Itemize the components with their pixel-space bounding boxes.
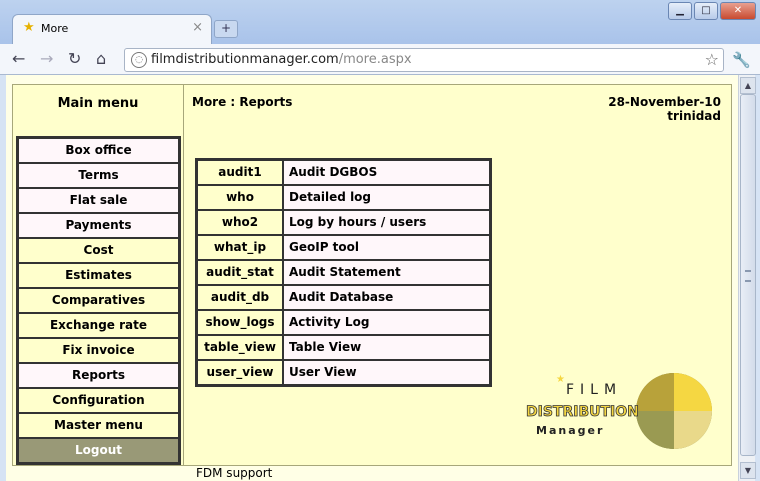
scroll-down-icon[interactable]: ▼ [740,462,756,479]
reports-table: audit1 Audit DGBOS who Detailed log who2 Log … [195,158,492,387]
report-description[interactable]: Audit Database [283,285,490,310]
date-user-block: 28-November-10 trinidad [608,95,721,123]
vertical-scrollbar[interactable]: ▲ ▼ [738,75,756,481]
maximize-icon[interactable]: □ [694,2,718,20]
sidebar-item-comparatives[interactable]: Comparatives [18,288,179,313]
sidebar-item-configuration[interactable]: Configuration [18,388,179,413]
address-bar[interactable]: ◌ filmdistributionmanager.com/more.aspx … [124,48,724,72]
current-date: 28-November-10 [608,95,721,109]
logo-quadrant-light [674,411,712,449]
menu-title: Main menu [57,96,139,111]
table-row: what_ip GeoIP tool [197,235,490,260]
minimize-icon[interactable]: ▁ [668,2,692,20]
home-icon[interactable]: ⌂ [96,49,106,68]
report-code-table-view[interactable]: table_view [197,335,283,360]
sidebar-item-payments[interactable]: Payments [18,213,179,238]
table-row: table_view Table View [197,335,490,360]
title-bar: ★ More × + ▁ □ ✕ [0,0,760,45]
sidebar: Main menu Box office Terms Flat sale Paymen… [13,85,184,465]
page-viewport: Main menu Box office Terms Flat sale Paymen… [6,75,738,481]
scroll-up-icon[interactable]: ▲ [740,77,756,94]
report-code-who2[interactable]: who2 [197,210,283,235]
report-code-who[interactable]: who [197,185,283,210]
logo-star-icon: ★ [556,374,565,385]
table-row: who Detailed log [197,185,490,210]
report-description[interactable]: Audit DGBOS [283,160,490,185]
sidebar-item-terms[interactable]: Terms [18,163,179,188]
star-favicon-icon: ★ [23,20,35,35]
scrollbar-thumb[interactable] [740,94,756,456]
grip-icon [745,270,751,282]
sidebar-item-box-office[interactable]: Box office [18,138,179,163]
table-row: who2 Log by hours / users [197,210,490,235]
page-title: More : Reports [192,95,293,109]
report-code-what-ip[interactable]: what_ip [197,235,283,260]
sidebar-item-exchange-rate[interactable]: Exchange rate [18,313,179,338]
logo-quadrant-gold [674,373,712,411]
content-area: More : Reports 28-November-10 trinidad a… [184,85,731,465]
reload-icon[interactable]: ↻ [68,49,81,68]
report-code-user-view[interactable]: user_view [197,360,283,385]
globe-icon: ◌ [131,52,147,68]
tab-title: More [41,22,69,35]
report-code-audit1[interactable]: audit1 [197,160,283,185]
forward-arrow-icon[interactable]: → [40,49,53,68]
bookmark-star-icon[interactable]: ☆ [705,50,719,69]
browser-toolbar: ← → ↻ ⌂ ◌ filmdistributionmanager.com/mo… [0,44,760,75]
sidebar-item-flat-sale[interactable]: Flat sale [18,188,179,213]
report-description[interactable]: Activity Log [283,310,490,335]
table-row: audit1 Audit DGBOS [197,160,490,185]
close-window-icon[interactable]: ✕ [720,2,756,20]
report-description[interactable]: User View [283,360,490,385]
new-tab-button[interactable]: + [214,20,238,38]
report-code-audit-stat[interactable]: audit_stat [197,260,283,285]
sidebar-item-estimates[interactable]: Estimates [18,263,179,288]
back-arrow-icon[interactable]: ← [12,49,25,68]
report-description[interactable]: Audit Statement [283,260,490,285]
sidebar-item-cost[interactable]: Cost [18,238,179,263]
close-tab-icon[interactable]: × [192,20,203,35]
logo-text-distribution: DISTRIBUTION [526,404,639,420]
report-code-show-logs[interactable]: show_logs [197,310,283,335]
sidebar-item-fix-invoice[interactable]: Fix invoice [18,338,179,363]
sidebar-item-logout[interactable]: Logout [18,438,179,463]
logo-text-manager: Manager [536,424,604,437]
table-row: audit_stat Audit Statement [197,260,490,285]
window-controls: ▁ □ ✕ [668,2,756,20]
page-frame: Main menu Box office Terms Flat sale Paymen… [12,84,732,466]
report-description[interactable]: Detailed log [283,185,490,210]
report-description[interactable]: Table View [283,335,490,360]
support-link[interactable]: FDM support [196,466,272,480]
report-description[interactable]: Log by hours / users [283,210,490,235]
table-row: user_view User View [197,360,490,385]
table-row: audit_db Audit Database [197,285,490,310]
logo-quadrant-olive [636,411,674,449]
sidebar-item-master-menu[interactable]: Master menu [18,413,179,438]
current-user: trinidad [667,109,721,123]
fdm-logo: FILM DISTRIBUTION Manager ★ [526,373,712,449]
wrench-icon[interactable]: 🔧 [732,51,751,69]
sidebar-item-reports[interactable]: Reports [18,363,179,388]
table-row: show_logs Activity Log [197,310,490,335]
logo-text-film: FILM [566,382,622,398]
report-code-audit-db[interactable]: audit_db [197,285,283,310]
menu-list: Box office Terms Flat sale Payments Cost Esti… [16,136,181,465]
url-text[interactable]: filmdistributionmanager.com/more.aspx [151,52,412,67]
browser-tab[interactable]: ★ More × [12,14,212,45]
logo-quadrant-dark-gold [636,373,674,411]
report-description[interactable]: GeoIP tool [283,235,490,260]
